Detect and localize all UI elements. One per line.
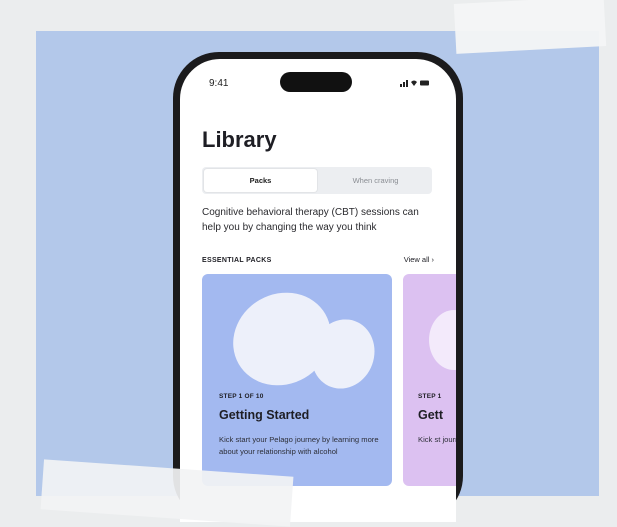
pack-step: STEP 1 OF 10 — [219, 393, 264, 400]
pack-title: Getting Started — [219, 408, 310, 422]
pack-card[interactable]: STEP 1 Gett Kick st journey your re — [403, 274, 456, 486]
card-art — [429, 310, 456, 370]
view-all-link[interactable]: View all › — [404, 255, 434, 264]
pack-card[interactable]: STEP 1 OF 10 Getting Started Kick start … — [202, 274, 392, 486]
tab-packs[interactable]: Packs — [204, 169, 317, 192]
pack-description: Kick start your Pelago journey by learni… — [219, 435, 379, 456]
section-title: ESSENTIAL PACKS — [202, 257, 272, 264]
tab-switcher: Packs When craving — [202, 167, 432, 194]
status-icons — [400, 78, 430, 90]
chevron-right-icon: › — [431, 255, 435, 264]
tab-when-craving[interactable]: When craving — [319, 167, 432, 194]
status-time: 9:41 — [209, 78, 229, 89]
tape-top — [453, 0, 607, 54]
pack-step: STEP 1 — [418, 393, 442, 400]
dynamic-island — [280, 72, 352, 92]
page-title: Library — [202, 127, 277, 152]
library-description: Cognitive behavioral therapy (CBT) sessi… — [202, 207, 419, 233]
pack-description: Kick st journey your re — [418, 435, 456, 444]
phone-frame: 9:41 Library Packs When craving Cognitiv… — [173, 52, 463, 522]
signal-wifi-battery-icon — [400, 80, 429, 87]
pack-title: Gett — [418, 408, 443, 422]
view-all-label: View all — [403, 255, 430, 264]
phone-screen: 9:41 Library Packs When craving Cognitiv… — [180, 59, 456, 522]
